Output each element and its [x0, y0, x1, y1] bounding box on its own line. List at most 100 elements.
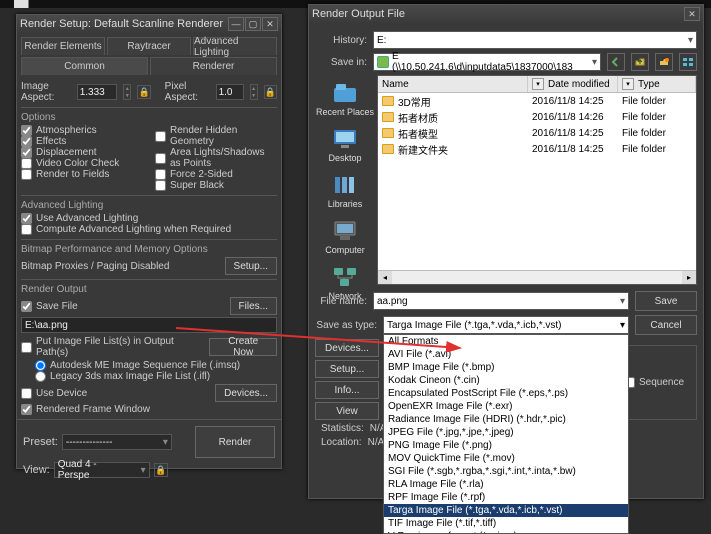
file-list[interactable]: Name ▾Date modified ▾Type 3D常用2016/11/8 … [377, 75, 697, 285]
format-option[interactable]: Encapsulated PostScript File (*.eps,*.ps… [384, 387, 628, 400]
scroll-left-button[interactable]: ◂ [378, 271, 392, 284]
format-option[interactable]: RLA Image File (*.rla) [384, 478, 628, 491]
view-dropdown[interactable]: Quad 4 - Perspe [54, 462, 150, 478]
common-panel: Image Aspect: 1.333 ▲▼ 🔒 Pixel Aspect: 1… [17, 75, 281, 415]
format-option[interactable]: Targa Image File (*.tga,*.vda,*.icb,*.vs… [384, 504, 628, 517]
save-file-checkbox[interactable]: Save File [21, 301, 78, 312]
minimize-button[interactable]: — [228, 17, 244, 31]
tab-raytracer[interactable]: Raytracer [107, 37, 191, 55]
rof-view-button[interactable]: View [315, 402, 379, 420]
displacement-checkbox[interactable]: Displacement [21, 147, 143, 158]
format-option[interactable]: TIF Image File (*.tif,*.tiff) [384, 517, 628, 530]
render-to-fields-checkbox[interactable]: Render to Fields [21, 169, 143, 180]
col-name[interactable]: Name [378, 76, 528, 92]
rof-close-button[interactable]: ✕ [684, 7, 700, 21]
files-button[interactable]: Files... [230, 297, 277, 315]
format-option[interactable]: OpenEXR Image File (*.exr) [384, 400, 628, 413]
devices-button[interactable]: Devices... [215, 384, 277, 402]
back-button[interactable] [607, 53, 625, 71]
saveas-type-dropdown[interactable]: Targa Image File (*.tga,*.vda,*.icb,*.vs… [383, 316, 629, 334]
rof-info-button[interactable]: Info... [315, 381, 379, 399]
maximize-button[interactable]: ▢ [245, 17, 261, 31]
autodesk-seq-radio[interactable]: Autodesk ME Image Sequence File (.imsq) [35, 360, 277, 371]
force-2sided-checkbox[interactable]: Force 2-Sided [155, 169, 277, 180]
format-option[interactable]: BMP Image File (*.bmp) [384, 361, 628, 374]
file-row[interactable]: 拓者模型2016/11/8 14:25File folder [378, 125, 696, 141]
location-value: N/A [368, 437, 385, 448]
history-dropdown[interactable]: E: [373, 31, 697, 49]
scroll-right-button[interactable]: ▸ [682, 271, 696, 284]
format-option[interactable]: AVI File (*.avi) [384, 348, 628, 361]
legacy-ifl-radio[interactable]: Legacy 3ds max Image File List (.ifl) [35, 371, 277, 382]
output-path-input[interactable] [21, 317, 277, 333]
savein-label: Save in: [315, 57, 367, 68]
render-hidden-checkbox[interactable]: Render Hidden Geometry [155, 125, 277, 147]
format-option[interactable]: Radiance Image File (HDRI) (*.hdr,*.pic) [384, 413, 628, 426]
bitmap-perf-title: Bitmap Performance and Memory Options [21, 244, 277, 255]
area-lights-checkbox[interactable]: Area Lights/Shadows as Points [155, 147, 277, 169]
file-row[interactable]: 3D常用2016/11/8 14:25File folder [378, 93, 696, 109]
format-option[interactable]: RPF Image File (*.rpf) [384, 491, 628, 504]
use-advanced-lighting-checkbox[interactable]: Use Advanced Lighting [21, 213, 277, 224]
bitmap-proxies-label: Bitmap Proxies / Paging Disabled [21, 261, 169, 272]
new-folder-button[interactable] [655, 53, 673, 71]
libraries-item[interactable]: Libraries [328, 173, 363, 209]
use-device-checkbox[interactable]: Use Device [21, 388, 87, 399]
saveas-type-menu[interactable]: All FormatsAVI File (*.avi)BMP Image Fil… [383, 334, 629, 534]
recent-places-item[interactable]: Recent Places [316, 81, 374, 117]
video-color-check-checkbox[interactable]: Video Color Check [21, 158, 143, 169]
computer-item[interactable]: Computer [325, 219, 365, 255]
desktop-item[interactable]: Desktop [328, 127, 361, 163]
image-aspect-lock-icon[interactable]: 🔒 [137, 85, 150, 99]
file-list-scrollbar[interactable]: ◂ ▸ [378, 270, 696, 284]
render-button[interactable]: Render [195, 426, 275, 458]
rof-devices-button[interactable]: Devices... [315, 339, 379, 357]
views-button[interactable] [679, 53, 697, 71]
sequence-checkbox[interactable]: Sequence [624, 377, 684, 388]
image-aspect-spinner[interactable]: ▲▼ [123, 84, 131, 100]
preset-dropdown[interactable]: -------------- [62, 434, 172, 450]
folder-icon [382, 112, 394, 122]
format-option[interactable]: JPEG File (*.jpg,*.jpe,*.jpeg) [384, 426, 628, 439]
filename-input[interactable]: aa.png [373, 292, 629, 310]
rendered-frame-window-checkbox[interactable]: Rendered Frame Window [21, 404, 277, 415]
file-row[interactable]: 新建文件夹2016/11/8 14:25File folder [378, 141, 696, 157]
render-output-file-dialog: Render Output File ✕ History: E: Save in… [308, 4, 704, 499]
tab-advanced-lighting[interactable]: Advanced Lighting [193, 37, 277, 55]
pixel-aspect-lock-icon[interactable]: 🔒 [264, 85, 277, 99]
save-button[interactable]: Save [635, 291, 697, 311]
view-lock-icon[interactable]: 🔒 [154, 463, 168, 477]
up-folder-button[interactable] [631, 53, 649, 71]
col-date[interactable]: ▾Date modified [528, 76, 618, 92]
view-label: View: [23, 464, 50, 476]
format-option[interactable]: MOV QuickTime File (*.mov) [384, 452, 628, 465]
rof-setup-button[interactable]: Setup... [315, 360, 379, 378]
places-sidebar: Recent Places Desktop Libraries Computer… [315, 75, 375, 285]
format-option[interactable]: PNG Image File (*.png) [384, 439, 628, 452]
image-aspect-input[interactable]: 1.333 [77, 84, 118, 100]
effects-checkbox[interactable]: Effects [21, 136, 143, 147]
compute-advanced-lighting-checkbox[interactable]: Compute Advanced Lighting when Required [21, 224, 277, 235]
rof-title: Render Output File [312, 8, 683, 20]
cancel-button[interactable]: Cancel [635, 315, 697, 335]
image-aspect-label: Image Aspect: [21, 81, 71, 103]
super-black-checkbox[interactable]: Super Black [155, 180, 277, 191]
file-row[interactable]: 拓者材质2016/11/8 14:26File folder [378, 109, 696, 125]
format-option[interactable]: Kodak Cineon (*.cin) [384, 374, 628, 387]
col-type[interactable]: ▾Type [618, 76, 696, 92]
atmospherics-checkbox[interactable]: Atmospherics [21, 125, 143, 136]
close-button[interactable]: ✕ [262, 17, 278, 31]
tab-common[interactable]: Common [21, 57, 148, 75]
format-option[interactable]: V-Ray image format (*.vrimg) [384, 530, 628, 534]
savein-dropdown[interactable]: E (\\10.50.241.6\d\inputdata5\1837000\18… [373, 53, 601, 71]
pixel-aspect-spinner[interactable]: ▲▼ [250, 84, 258, 100]
tab-render-elements[interactable]: Render Elements [21, 37, 105, 55]
create-now-button[interactable]: Create Now [209, 338, 277, 356]
put-file-list-checkbox[interactable]: Put Image File List(s) in Output Path(s) [21, 336, 197, 358]
bitmap-setup-button[interactable]: Setup... [225, 257, 277, 275]
pixel-aspect-input[interactable]: 1.0 [216, 84, 244, 100]
location-label: Location: [321, 437, 362, 448]
format-option[interactable]: All Formats [384, 335, 628, 348]
format-option[interactable]: SGI File (*.sgb,*.rgba,*.sgi,*.int,*.int… [384, 465, 628, 478]
tab-renderer[interactable]: Renderer [150, 57, 277, 75]
